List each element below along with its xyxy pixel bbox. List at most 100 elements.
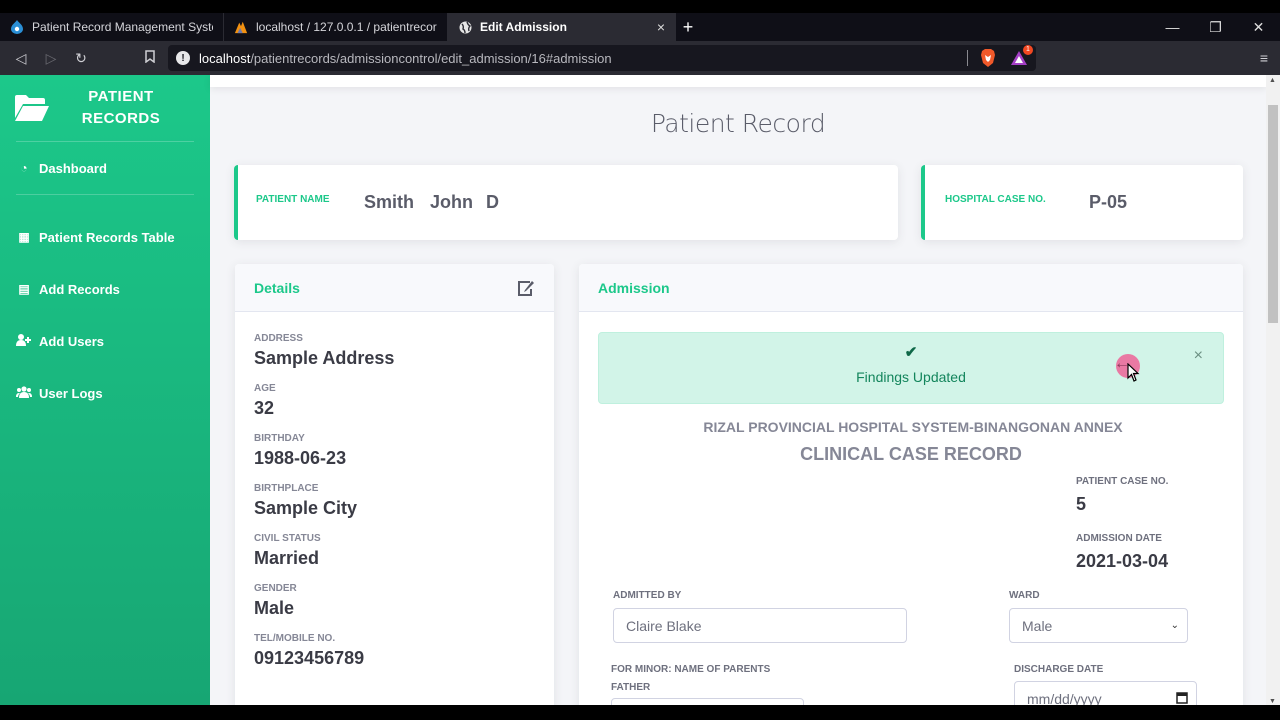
father-input[interactable] [611,698,804,705]
ward-label: WARD [1009,590,1040,601]
reload-button[interactable]: ↻ [66,50,96,67]
users-icon [16,385,32,401]
page-viewport: PATIENT RECORDS ◔ Dashboard ▦ Patient Re… [0,75,1280,705]
new-tab-button[interactable]: + [676,13,700,41]
tab-label: Patient Record Management System u [32,20,213,34]
address-bar: ◁ ▷ ↻ ! localhost /patientrecords/admiss… [0,41,1280,75]
site-info-icon[interactable]: ! [176,51,190,65]
discharge-date-label: DISCHARGE DATE [1014,664,1104,675]
screen-bottom-bar [0,705,1280,720]
detail-value: 32 [254,398,275,418]
detail-value: Sample Address [254,348,395,368]
globe-icon [458,20,472,34]
sidebar-brand[interactable]: PATIENT RECORDS [0,75,210,141]
sidebar-item-label: Add Records [39,281,120,297]
sidebar-item-user-logs[interactable]: User Logs [0,367,210,419]
tachometer-icon: ◔ [20,161,28,175]
brave-rewards-icon[interactable]: 1 [1010,45,1033,66]
detail-label: ADDRESS [254,333,303,344]
detail-civil-status: CIVIL STATUS Married [254,533,554,569]
discharge-date-input[interactable]: mm/dd/yyyy [1014,681,1197,705]
mouse-cursor-icon [1127,362,1141,383]
father-label: FATHER [611,682,651,693]
table-icon: ▦ [18,230,30,244]
url-separator [967,50,968,66]
brand-line-1: PATIENT [88,88,154,105]
folder-open-icon [14,94,50,122]
admission-header: Admission [598,279,670,296]
minor-parents-label: FOR MINOR: NAME OF PARENTS [611,664,771,675]
browser-tab-edit-admission[interactable]: Edit Admission × [448,13,676,41]
detail-value: Male [254,598,295,618]
patient-first-name: John [430,192,473,212]
browser-tab-bar: Patient Record Management System u local… [0,13,1280,41]
scroll-down-icon[interactable]: ▼ [1269,698,1276,705]
close-tab-icon[interactable]: × [657,19,665,35]
close-window-button[interactable]: ✕ [1237,19,1280,36]
screen-top-bar [0,0,1280,13]
page-scrollbar[interactable]: ▲ ▼ [1266,75,1280,705]
detail-label: CIVIL STATUS [254,533,321,544]
sidebar-item-label: Dashboard [39,160,107,176]
detail-phone: TEL/MOBILE NO. 09123456789 [254,633,554,669]
discharge-date-placeholder: mm/dd/yyyy [1027,690,1102,706]
sidebar-item-patient-records-table[interactable]: ▦ Patient Records Table [0,211,210,263]
browser-menu-icon[interactable]: ≡ [1260,50,1268,66]
scroll-up-icon[interactable]: ▲ [1269,77,1276,84]
detail-label: BIRTHDAY [254,433,305,444]
detail-birthplace: BIRTHPLACE Sample City [254,483,554,519]
restore-button[interactable]: ❐ [1194,19,1237,36]
user-plus-icon [16,333,32,349]
page-title: Patient Record [650,109,826,138]
patient-middle-initial: D [486,192,499,212]
forward-button[interactable]: ▷ [36,50,66,67]
details-card: Details ADDRESS Sample Address AGE 32 BI… [235,264,554,705]
hospital-case-card: HOSPITAL CASE NO. P-05 [921,165,1243,240]
back-button[interactable]: ◁ [6,50,36,67]
topbar [210,75,1266,87]
brand-line-2: RECORDS [81,110,161,127]
patient-case-number: 5 [1076,494,1087,514]
admission-date-label: ADMISSION DATE [1076,533,1162,544]
sidebar: PATIENT RECORDS ◔ Dashboard ▦ Patient Re… [0,75,210,705]
brave-shields-icon[interactable] [980,49,996,67]
minimize-button[interactable]: — [1151,19,1194,35]
admission-card: Admission ✔ Findings Updated × RIZAL PRO… [579,264,1243,705]
detail-label: BIRTHPLACE [254,483,319,494]
alert-close-button[interactable]: × [1194,347,1203,365]
detail-birthday: BIRTHDAY 1988-06-23 [254,433,554,469]
admitted-by-value: Claire Blake [626,617,702,634]
browser-tab-phpmyadmin[interactable]: localhost / 127.0.0.1 / patientrecord | … [224,13,448,41]
url-host: localhost [199,50,251,66]
detail-value: Sample City [254,498,358,518]
admission-date-value: 2021-03-04 [1076,551,1169,571]
admitted-by-label: ADMITTED BY [613,590,682,601]
calendar-icon[interactable] [1176,691,1188,706]
admitted-by-input[interactable]: Claire Blake [613,608,907,643]
detail-age: AGE 32 [254,383,554,419]
sidebar-item-label: Patient Records Table [39,229,175,245]
rewards-badge: 1 [1023,45,1033,55]
detail-value: 1988-06-23 [254,448,347,468]
patient-case-label: PATIENT CASE NO. [1076,476,1169,487]
detail-label: TEL/MOBILE NO. [254,633,336,644]
hospital-name: RIZAL PROVINCIAL HOSPITAL SYSTEM-BINANGO… [703,419,1123,435]
url-input[interactable]: ! localhost /patientrecords/admissioncon… [168,45,1036,71]
detail-value: 09123456789 [254,648,365,668]
detail-label: GENDER [254,583,297,594]
sidebar-item-add-users[interactable]: Add Users [0,315,210,367]
sidebar-item-dashboard[interactable]: ◔ Dashboard [0,142,210,194]
browser-tab-prms[interactable]: Patient Record Management System u [0,13,224,41]
url-path: /patientrecords/admissioncontrol/edit_ad… [250,50,612,66]
detail-address: ADDRESS Sample Address [254,333,554,369]
sidebar-item-label: Add Users [39,333,105,349]
sidebar-item-add-records[interactable]: ▤ Add Records [0,263,210,315]
scrollbar-thumb[interactable] [1268,105,1278,323]
tab-label: localhost / 127.0.0.1 / patientrecord | … [256,20,437,34]
edit-icon[interactable] [517,280,535,296]
patient-last-name: Smith [364,192,415,212]
ward-select[interactable]: Male ⌄ [1009,608,1188,643]
bookmark-icon[interactable] [140,50,160,66]
list-alt-icon: ▤ [18,282,30,296]
drupal-icon [10,20,24,34]
